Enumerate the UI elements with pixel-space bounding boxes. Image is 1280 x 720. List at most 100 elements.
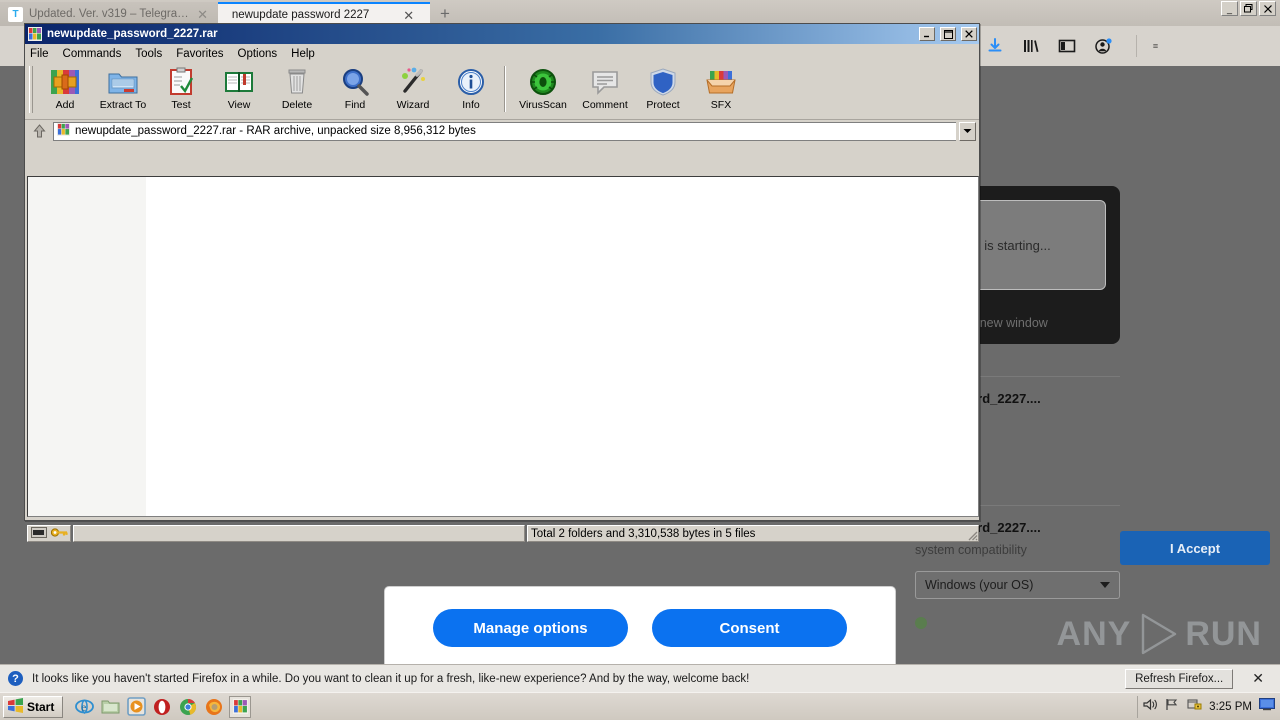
compat-radio[interactable] — [915, 617, 927, 629]
opera-icon[interactable] — [151, 696, 173, 718]
chevron-down-icon — [1100, 582, 1110, 588]
os-select[interactable]: Windows (your OS) — [915, 571, 1120, 599]
watermark-play-icon — [1135, 612, 1181, 656]
toolbar-label: Protect — [646, 99, 680, 111]
start-button[interactable]: Start — [3, 695, 64, 718]
file-explorer-icon[interactable] — [99, 696, 121, 718]
winrar-title-text: newupdate_password_2227.rar — [47, 28, 218, 40]
download-icon[interactable] — [984, 35, 1006, 57]
browser-minimize-button[interactable]: _ — [1221, 1, 1238, 16]
anyrun-watermark: ANY RUN — [1057, 612, 1262, 656]
accept-button[interactable]: I Accept — [1120, 531, 1270, 565]
toolbar-find-button[interactable]: Find — [326, 63, 384, 115]
rar-archive-icon — [28, 27, 42, 41]
cookie-consent-modal: Manage options Consent — [385, 587, 895, 664]
firefox-icon[interactable] — [203, 696, 225, 718]
find-magnifier-icon — [343, 69, 369, 96]
library-icon[interactable] — [1020, 35, 1042, 57]
os-select-value: Windows (your OS) — [925, 578, 1034, 592]
delete-trash-icon — [288, 69, 306, 94]
winrar-toolbar: Add Extract To Test View Delete Find Wiz… — [25, 63, 979, 120]
svg-text:e: e — [81, 700, 86, 714]
browser-restore-button[interactable] — [1240, 1, 1257, 16]
winrar-maximize-button[interactable] — [940, 27, 956, 41]
manage-options-button[interactable]: Manage options — [433, 609, 628, 647]
sidebar-icon[interactable] — [1056, 35, 1078, 57]
watermark-run-text: RUN — [1185, 614, 1262, 653]
clock[interactable]: 3:25 PM — [1209, 701, 1252, 713]
account-icon[interactable] — [1092, 35, 1114, 57]
sfx-box-icon — [706, 71, 736, 94]
resize-grip[interactable] — [965, 528, 978, 541]
toolbar-label: VirusScan — [519, 99, 567, 111]
toolbar-add-button[interactable]: Add — [36, 63, 94, 115]
winrar-close-button[interactable] — [961, 27, 977, 41]
telegram-favicon-icon: T — [8, 6, 23, 22]
virusscan-bug-icon — [530, 69, 556, 95]
up-arrow-icon[interactable] — [28, 121, 50, 141]
winrar-minimize-button[interactable] — [919, 27, 935, 41]
system-tray: 3:25 PM — [1137, 695, 1280, 718]
show-desktop-icon[interactable] — [1259, 697, 1275, 716]
close-icon[interactable]: ✕ — [1242, 670, 1272, 687]
info-circle-icon — [458, 69, 484, 95]
winrar-file-list[interactable] — [27, 176, 979, 517]
tab-label: newupdate password 2227 — [231, 9, 370, 21]
compatibility-label: system compatibility — [915, 543, 1027, 557]
toolbar-label: Add — [55, 99, 75, 111]
toolbar-virusscan-button[interactable]: VirusScan — [510, 63, 576, 115]
menu-file[interactable]: File — [30, 48, 49, 60]
toolbar-label: View — [227, 99, 251, 111]
menu-tools[interactable]: Tools — [135, 48, 162, 60]
toolbar-extract-to-button[interactable]: Extract To — [94, 63, 152, 115]
winrar-title-bar[interactable]: newupdate_password_2227.rar — [25, 24, 979, 44]
toolbar-info-button[interactable]: Info — [442, 63, 500, 115]
winrar-taskbar-icon[interactable] — [229, 695, 252, 718]
toolbar-sfx-button[interactable]: SFX — [692, 63, 750, 115]
toolbar-label: Extract To — [99, 99, 147, 111]
watermark-any-text: ANY — [1056, 614, 1132, 653]
menu-help[interactable]: Help — [291, 48, 315, 60]
toolbar-test-button[interactable]: Test — [152, 63, 210, 115]
key-icon — [50, 525, 68, 543]
add-archive-icon — [51, 70, 79, 94]
protect-shield-icon — [650, 68, 676, 96]
volume-icon[interactable] — [1143, 698, 1158, 716]
toolbar-wizard-button[interactable]: Wizard — [384, 63, 442, 115]
browser-close-button[interactable] — [1259, 1, 1276, 16]
refresh-firefox-button[interactable]: Refresh Firefox... — [1125, 668, 1234, 689]
internet-explorer-icon[interactable]: e — [73, 696, 95, 718]
toolbar-label: Comment — [582, 99, 628, 111]
toolbar-comment-button[interactable]: Comment — [576, 63, 634, 115]
tab-close-icon[interactable]: ✕ — [401, 9, 416, 22]
winrar-status-bar: Total 2 folders and 3,310,538 bytes in 5… — [27, 525, 979, 542]
tab-close-icon[interactable]: ✕ — [195, 8, 210, 21]
archive-path-field[interactable]: newupdate_password_2227.rar - RAR archiv… — [53, 121, 956, 141]
toolbar-delete-button[interactable]: Delete — [268, 63, 326, 115]
menu-favorites[interactable]: Favorites — [176, 48, 223, 60]
status-selection — [73, 525, 525, 542]
consent-button[interactable]: Consent — [652, 609, 847, 647]
start-label: Start — [27, 699, 55, 714]
toolbar-label: Test — [171, 99, 191, 111]
menu-options[interactable]: Options — [238, 48, 278, 60]
view-book-icon — [225, 72, 253, 92]
toolbar-protect-button[interactable]: Protect — [634, 63, 692, 115]
network-icon[interactable] — [1165, 698, 1180, 716]
notification-message: It looks like you haven't started Firefo… — [32, 672, 750, 685]
chevron-down-icon[interactable] — [959, 121, 976, 141]
wizard-wand-icon — [402, 67, 425, 93]
firefox-refresh-notification: ? It looks like you haven't started Fire… — [0, 664, 1280, 692]
browser-window-controls: _ — [1221, 1, 1276, 16]
quick-launch-bar: e — [73, 695, 252, 718]
toolbar-grip[interactable] — [29, 66, 33, 113]
chrome-icon[interactable] — [177, 696, 199, 718]
security-shield-icon[interactable] — [1187, 698, 1202, 716]
menu-commands[interactable]: Commands — [63, 48, 122, 60]
media-player-icon[interactable] — [125, 696, 147, 718]
menu-icon[interactable] — [1136, 35, 1158, 57]
toolbar-label: Delete — [281, 99, 313, 111]
toolbar-view-button[interactable]: View — [210, 63, 268, 115]
info-icon: ? — [8, 671, 23, 686]
windows-logo-icon — [8, 697, 23, 716]
